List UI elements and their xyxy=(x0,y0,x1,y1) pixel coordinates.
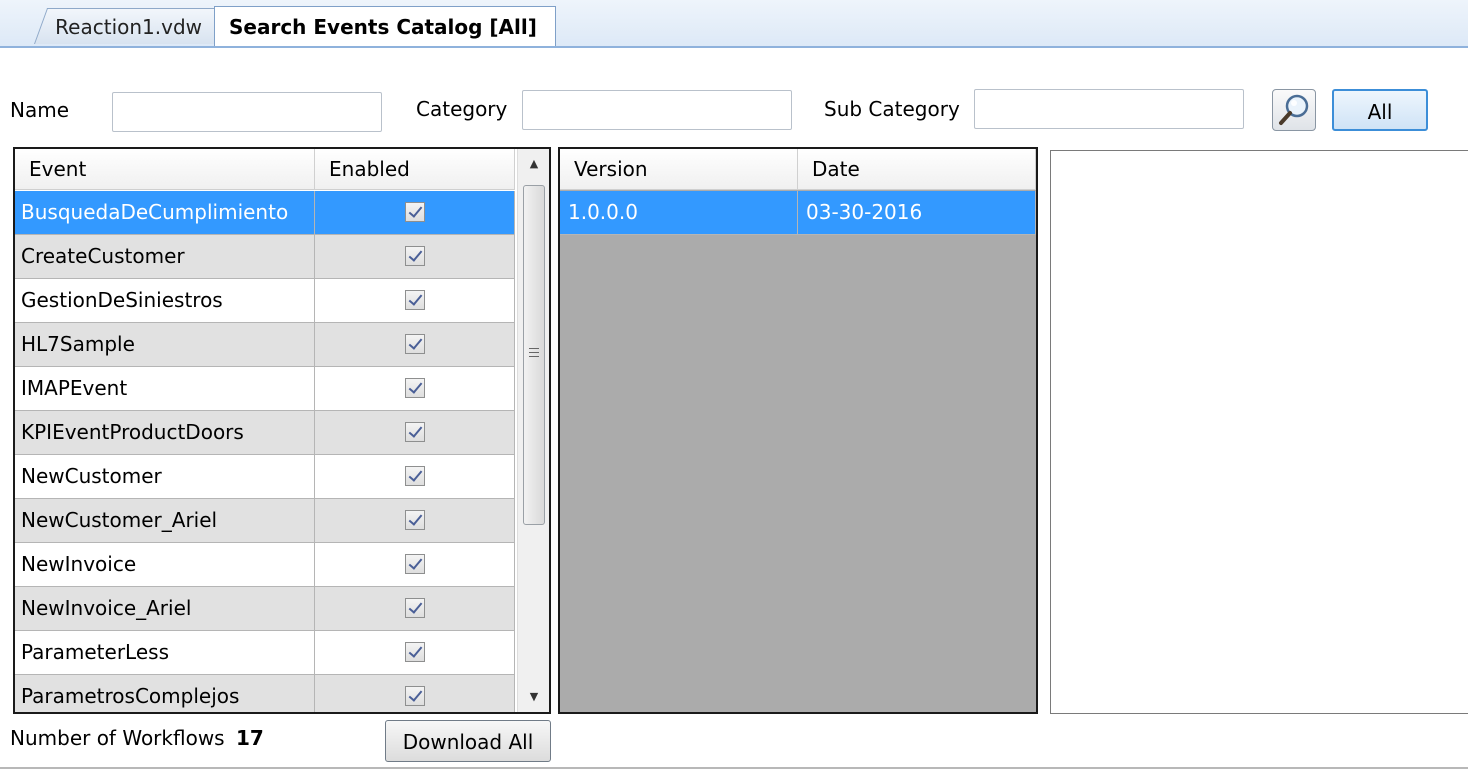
all-button[interactable]: All xyxy=(1332,89,1428,131)
event-name-cell: HL7Sample xyxy=(15,323,315,366)
table-row[interactable]: GestionDeSiniestros xyxy=(15,279,515,323)
event-name-cell: NewInvoice xyxy=(15,543,315,586)
table-row[interactable]: CreateCustomer xyxy=(15,235,515,279)
scroll-thumb[interactable] xyxy=(523,185,545,525)
column-header-event[interactable]: Event xyxy=(15,149,315,189)
event-name-cell: NewInvoice_Ariel xyxy=(15,587,315,630)
table-row[interactable]: 1.0.0.0 03-30-2016 xyxy=(560,191,1036,235)
enabled-cell xyxy=(315,411,515,454)
subcategory-label: Sub Category xyxy=(824,97,960,121)
tab-label: Search Events Catalog [All] xyxy=(229,15,537,39)
enabled-checkbox[interactable] xyxy=(404,597,425,618)
workflow-count-value: 17 xyxy=(236,726,264,750)
enabled-cell xyxy=(315,499,515,542)
table-row[interactable]: HL7Sample xyxy=(15,323,515,367)
search-icon xyxy=(1279,94,1309,125)
table-row[interactable]: NewCustomer xyxy=(15,455,515,499)
tab-strip: Reaction1.vdw Search Events Catalog [All… xyxy=(0,0,1468,48)
tab-label: Reaction1.vdw xyxy=(55,15,203,39)
event-name-cell: NewCustomer xyxy=(15,455,315,498)
download-all-button[interactable]: Download All xyxy=(385,720,551,762)
bottom-divider xyxy=(0,767,1468,769)
category-input[interactable] xyxy=(522,90,792,130)
version-cell: 1.0.0.0 xyxy=(560,191,798,234)
table-row[interactable]: ParameterLess xyxy=(15,631,515,675)
versions-grid-header: Version Date xyxy=(560,149,1036,190)
detail-panel xyxy=(1050,150,1468,714)
grip-line xyxy=(529,348,539,349)
events-grid-scrollbar[interactable]: ▲ ▼ xyxy=(517,149,549,712)
table-row[interactable]: KPIEventProductDoors xyxy=(15,411,515,455)
enabled-checkbox[interactable] xyxy=(404,289,425,310)
grip-line xyxy=(529,352,539,353)
events-grid-header: Event Enabled xyxy=(15,149,515,190)
subcategory-input[interactable] xyxy=(974,89,1244,129)
enabled-cell xyxy=(315,235,515,278)
enabled-checkbox[interactable] xyxy=(404,465,425,486)
enabled-checkbox[interactable] xyxy=(404,201,425,222)
events-grid: Event Enabled BusquedaDeCumplimiento Crea… xyxy=(13,147,551,714)
enabled-cell xyxy=(315,543,515,586)
table-row[interactable]: ParametrosComplejos xyxy=(15,675,515,712)
event-name-cell: IMAPEvent xyxy=(15,367,315,410)
event-name-cell: GestionDeSiniestros xyxy=(15,279,315,322)
enabled-checkbox[interactable] xyxy=(404,377,425,398)
enabled-checkbox[interactable] xyxy=(404,685,425,706)
enabled-checkbox[interactable] xyxy=(404,245,425,266)
column-header-date[interactable]: Date xyxy=(798,149,1036,189)
column-header-enabled[interactable]: Enabled xyxy=(315,149,515,189)
event-name-cell: CreateCustomer xyxy=(15,235,315,278)
scroll-up-arrow-icon[interactable]: ▲ xyxy=(518,149,549,179)
enabled-cell xyxy=(315,631,515,674)
tab-reaction1[interactable]: Reaction1.vdw xyxy=(34,8,230,44)
name-label: Name xyxy=(10,98,70,122)
table-row[interactable]: NewCustomer_Ariel xyxy=(15,499,515,543)
event-name-cell: ParameterLess xyxy=(15,631,315,674)
enabled-checkbox[interactable] xyxy=(404,641,425,662)
column-header-version[interactable]: Version xyxy=(560,149,798,189)
tab-search-events-catalog[interactable]: Search Events Catalog [All] xyxy=(214,6,556,46)
enabled-checkbox[interactable] xyxy=(404,421,425,442)
enabled-cell xyxy=(315,367,515,410)
versions-grid: Version Date 1.0.0.0 03-30-2016 xyxy=(558,147,1038,714)
grip-line xyxy=(529,356,539,357)
table-row[interactable]: IMAPEvent xyxy=(15,367,515,411)
event-name-cell: BusquedaDeCumplimiento xyxy=(15,191,315,234)
workflow-count-label: Number of Workflows xyxy=(10,726,225,750)
enabled-cell xyxy=(315,191,515,234)
table-row[interactable]: NewInvoice_Ariel xyxy=(15,587,515,631)
table-row[interactable]: BusquedaDeCumplimiento xyxy=(15,191,515,235)
enabled-cell xyxy=(315,587,515,630)
scroll-down-arrow-icon[interactable]: ▼ xyxy=(518,682,549,712)
enabled-cell xyxy=(315,455,515,498)
category-label: Category xyxy=(416,97,508,121)
event-name-cell: NewCustomer_Ariel xyxy=(15,499,315,542)
enabled-checkbox[interactable] xyxy=(404,509,425,530)
enabled-checkbox[interactable] xyxy=(404,553,425,574)
enabled-cell xyxy=(315,675,515,712)
date-cell: 03-30-2016 xyxy=(798,191,1036,234)
enabled-cell xyxy=(315,323,515,366)
search-button[interactable] xyxy=(1272,89,1316,131)
name-input[interactable] xyxy=(112,92,382,132)
enabled-cell xyxy=(315,279,515,322)
enabled-checkbox[interactable] xyxy=(404,333,425,354)
table-row[interactable]: NewInvoice xyxy=(15,543,515,587)
event-name-cell: ParametrosComplejos xyxy=(15,675,315,712)
event-name-cell: KPIEventProductDoors xyxy=(15,411,315,454)
